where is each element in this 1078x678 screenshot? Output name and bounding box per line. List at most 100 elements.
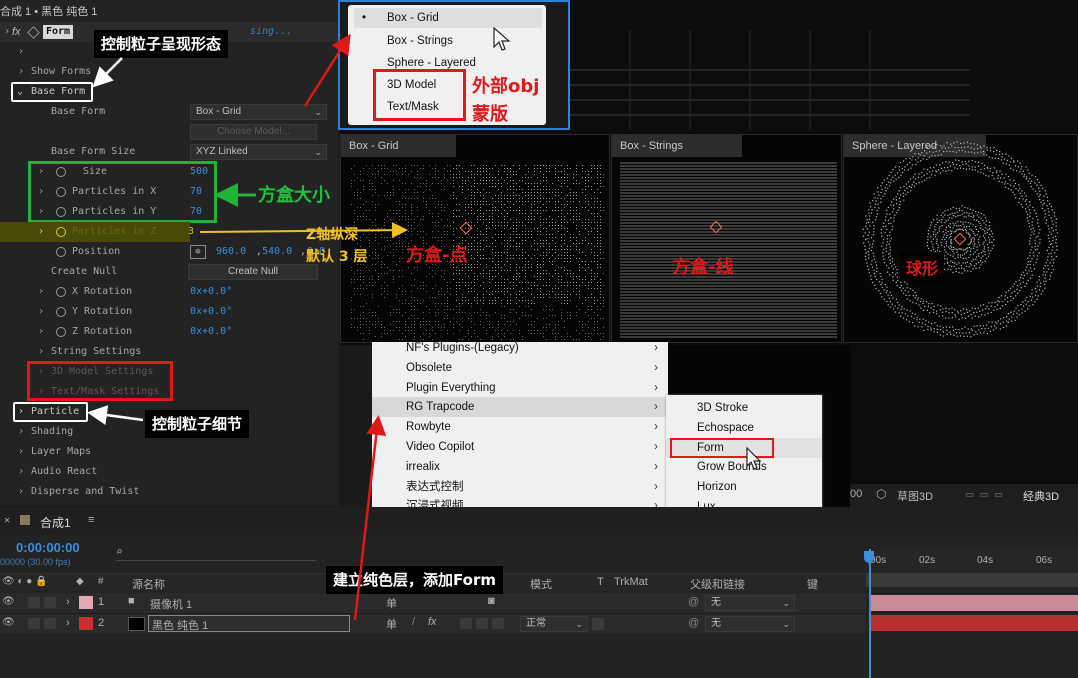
form-menu-item-box-grid[interactable]: • Box - Grid: [354, 8, 542, 28]
solo-switch[interactable]: [28, 618, 40, 629]
camera-icon: ■: [128, 595, 135, 607]
trapcode-menu-item[interactable]: Horizon: [666, 477, 822, 497]
effects-menu-item[interactable]: RG Trapcode ›: [372, 397, 668, 417]
choose-model-button[interactable]: Choose Model...: [190, 124, 317, 140]
effects-menu-item[interactable]: NF's Plugins-(Legacy) ›: [372, 338, 668, 358]
column-mode[interactable]: 模式: [530, 576, 552, 592]
crosshair-icon[interactable]: ⊕: [190, 245, 206, 259]
layer-label-color[interactable]: [79, 617, 93, 630]
fx-icon[interactable]: fx: [12, 22, 21, 42]
layer-maps-label: Layer Maps: [31, 442, 91, 462]
effects-menu-item-label: Video Copilot: [406, 437, 474, 457]
expand-arrow-icon[interactable]: ›: [66, 596, 70, 608]
create-null-row: Create Null Create Null: [0, 262, 338, 282]
expand-arrow-icon[interactable]: ›: [4, 22, 10, 42]
playhead-handle[interactable]: [864, 551, 874, 563]
layer-row[interactable]: 👁 › 1 ■ 摄像机 1 单 ◙ @ 无 ⌄: [0, 593, 866, 613]
layer-search-input[interactable]: ⌕: [116, 545, 316, 561]
disperse-twist-row[interactable]: › Disperse and Twist: [0, 482, 338, 502]
pickwhip-icon[interactable]: @: [688, 617, 699, 629]
lock-switch[interactable]: [44, 597, 56, 608]
layer-row[interactable]: 👁 › 2 黑色 纯色 1 单 / fx 正常 ⌄ @ 无 ⌄: [0, 613, 866, 633]
layer-bar-camera[interactable]: [870, 595, 1078, 611]
layer-name[interactable]: 摄像机 1: [150, 596, 192, 612]
expand-arrow-icon[interactable]: ›: [66, 617, 70, 629]
column-trkmat[interactable]: TrkMat: [614, 576, 648, 588]
fx-switch-icon[interactable]: fx: [428, 616, 437, 628]
time-ruler[interactable]: 00s 02s 04s 06s: [866, 549, 1078, 573]
label-icon: ◆: [76, 576, 84, 587]
view-options-icon[interactable]: ▭ ▭ ▭: [966, 487, 1002, 501]
tab-comp1[interactable]: 合成1: [40, 514, 71, 531]
y-rotation-row: › Y Rotation 0x+0.0°: [0, 302, 338, 322]
effects-menu-item[interactable]: 表达式控制 ›: [372, 477, 668, 497]
work-area-bar[interactable]: [866, 573, 1078, 587]
y-rotation-value[interactable]: 0x+0.0°: [190, 302, 232, 322]
layer-maps-row[interactable]: › Layer Maps: [0, 442, 338, 462]
3d-cube-icon[interactable]: ⬡: [876, 487, 886, 501]
timeline-panel: ✕ 合成1 ≡ 0:00:00:00 00000 (30.00 fps) ⌕ 👁…: [0, 507, 1078, 678]
effects-menu-item[interactable]: Video Copilot ›: [372, 437, 668, 457]
trapcode-menu-item[interactable]: Grow Bounds: [666, 457, 822, 477]
particles-z-value[interactable]: 3: [188, 222, 194, 242]
switch[interactable]: [460, 618, 472, 629]
stopwatch-icon[interactable]: [56, 307, 66, 317]
column-parent[interactable]: 父级和链接: [690, 576, 745, 592]
base-form-size-dropdown[interactable]: XYZ Linked ⌄: [190, 144, 327, 160]
effects-menu-item[interactable]: Plugin Everything ›: [372, 378, 668, 398]
layer-label-color[interactable]: [79, 596, 93, 609]
shy-icon[interactable]: 单: [386, 616, 397, 632]
layer-bar-solid[interactable]: [870, 615, 1078, 631]
create-null-button[interactable]: Create Null: [188, 264, 318, 280]
shy-icon[interactable]: 单: [386, 595, 397, 611]
preserve-transparency-switch[interactable]: [592, 618, 604, 630]
motion-blur-icon[interactable]: ◙: [488, 595, 495, 607]
trapcode-menu-item-label: Echospace: [697, 418, 754, 438]
lock-switch[interactable]: [44, 618, 56, 629]
column-keys[interactable]: 键: [807, 576, 818, 592]
trapcode-menu-item[interactable]: Echospace: [666, 418, 822, 438]
string-settings-row[interactable]: › String Settings: [0, 342, 338, 362]
trapcode-menu-item[interactable]: 3D Stroke: [666, 398, 822, 418]
stopwatch-icon[interactable]: [56, 227, 66, 237]
chevron-right-icon: ›: [654, 457, 658, 477]
base-form-dropdown[interactable]: Box - Grid ⌄: [190, 104, 327, 120]
position-y-value[interactable]: 540.0: [262, 242, 292, 262]
position-x-value[interactable]: 960.0: [216, 242, 246, 262]
blend-mode-dropdown[interactable]: 正常 ⌄: [520, 616, 588, 632]
classic-3d-renderer[interactable]: 经典3D: [1023, 488, 1059, 504]
pickwhip-icon[interactable]: @: [688, 596, 699, 608]
expand-arrow-icon[interactable]: ›: [18, 62, 24, 82]
current-timecode[interactable]: 0:00:00:00: [16, 540, 80, 555]
quality-icon[interactable]: /: [412, 616, 415, 628]
eye-icon[interactable]: 👁: [2, 596, 15, 607]
show-forms-row[interactable]: › Show Forms: [0, 62, 338, 82]
stopwatch-icon[interactable]: [56, 327, 66, 337]
stopwatch-icon[interactable]: [56, 287, 66, 297]
layer-name[interactable]: 黑色 纯色 1: [152, 617, 208, 633]
effects-menu-item[interactable]: Obsolete ›: [372, 358, 668, 378]
playhead[interactable]: [869, 549, 871, 678]
switch[interactable]: [492, 618, 504, 629]
eye-icon[interactable]: 👁: [2, 617, 15, 628]
parent-dropdown[interactable]: 无 ⌄: [705, 616, 795, 632]
audio-react-row[interactable]: › Audio React: [0, 462, 338, 482]
annotation-box-size: 方盒大小: [258, 181, 330, 207]
switch[interactable]: [476, 618, 488, 629]
form-menu-item-box-strings[interactable]: Box - Strings: [387, 31, 453, 51]
close-icon[interactable]: ✕: [4, 515, 10, 526]
z-rotation-value[interactable]: 0x+0.0°: [190, 322, 232, 342]
x-rotation-value[interactable]: 0x+0.0°: [190, 282, 232, 302]
column-t[interactable]: T: [597, 576, 604, 588]
parent-dropdown[interactable]: 无 ⌄: [705, 595, 795, 611]
stopwatch-icon[interactable]: [56, 247, 66, 257]
annotation-z-depth: Z轴纵深 默认 3 层: [306, 224, 368, 268]
draft-3d-toggle[interactable]: 草图3D: [897, 488, 933, 504]
effect-name[interactable]: Form: [43, 25, 73, 39]
column-source-name[interactable]: 源名称: [132, 576, 165, 592]
highlight-base-form: [11, 82, 93, 102]
tab-menu-icon[interactable]: ≡: [88, 514, 94, 526]
solo-switch[interactable]: [28, 597, 40, 608]
effects-menu-item[interactable]: irrealix ›: [372, 457, 668, 477]
effects-menu-item[interactable]: Rowbyte ›: [372, 417, 668, 437]
